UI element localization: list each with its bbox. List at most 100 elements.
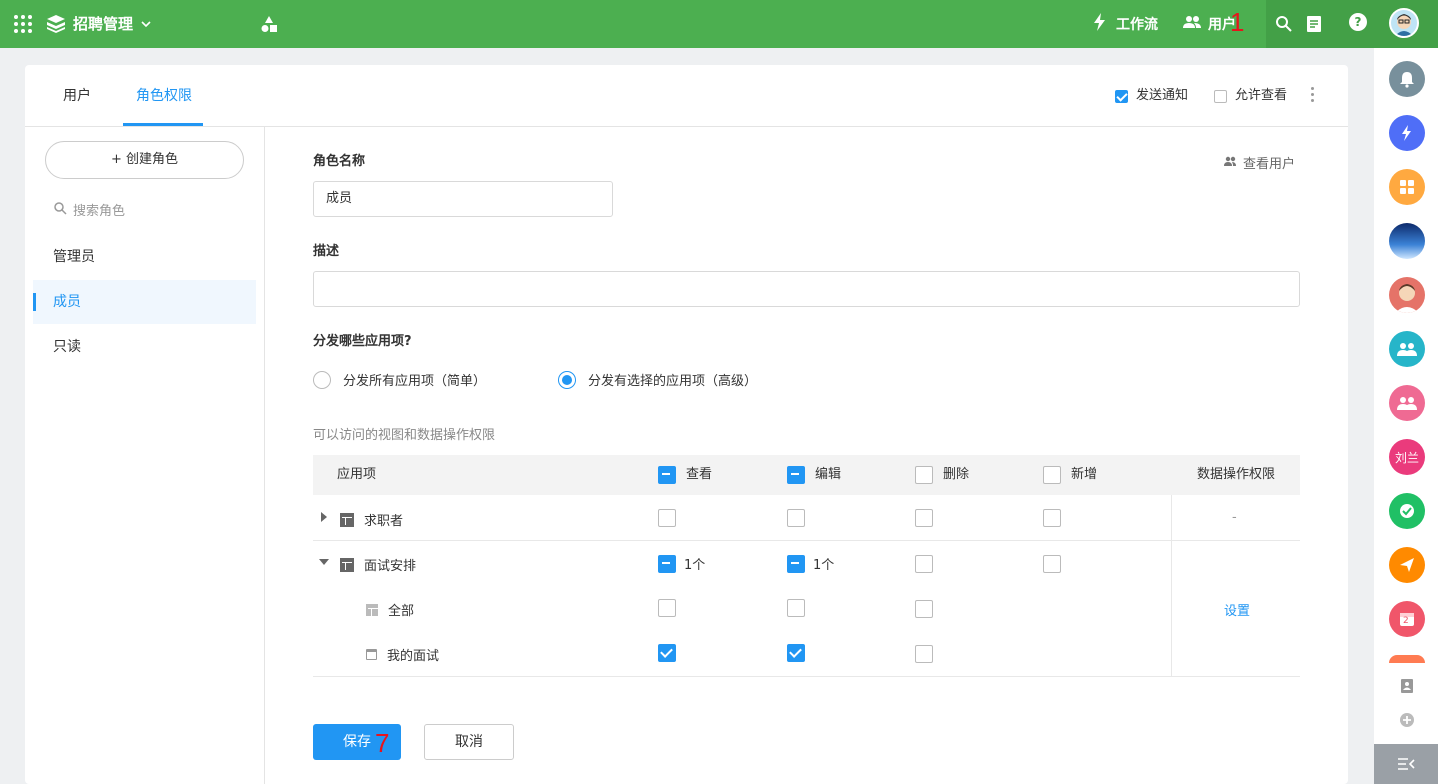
notification-bell-icon[interactable] [1389,61,1425,97]
interviews-delete-checkbox[interactable] [915,555,933,573]
app-grid-icon[interactable] [14,15,32,33]
radio-all-dot[interactable] [313,370,331,389]
header-data-perm: 数据操作权限 [1197,455,1275,495]
radio-all-label: 分发所有应用项（简单） [343,374,487,389]
header-view-checkbox[interactable] [658,466,676,484]
data-perm-setting-link[interactable]: 设置 [1224,600,1250,619]
table-row-candidates: 求职者 [340,510,403,529]
help-icon[interactable]: ? [1349,13,1367,31]
radio-distribute-all[interactable]: 分发所有应用项（简单） [313,370,486,389]
header-delete-label: 删除 [943,467,970,482]
search-icon[interactable] [1274,14,1294,38]
distribute-label: 分发哪些应用项? [313,334,412,349]
my-interviews-delete-checkbox[interactable] [915,645,933,663]
tab-role-permissions[interactable]: 角色权限 [136,87,192,105]
active-tab-indicator [123,123,203,126]
allow-view-option[interactable]: 允许查看 [1214,88,1287,104]
interviews-add-checkbox[interactable] [1043,555,1061,573]
role-name-label: 角色名称 [313,154,366,169]
my-interviews-edit-checkbox[interactable] [787,644,805,662]
allow-view-checkbox[interactable] [1214,89,1227,103]
row-all-label: 全部 [388,604,415,619]
radio-selected-dot[interactable] [558,370,576,389]
all-delete-checkbox[interactable] [915,600,933,618]
radio-distribute-selected[interactable]: 分发有选择的应用项（高级） [558,370,757,389]
interviews-edit-checkbox[interactable]: 1个 [787,554,834,573]
table-header: 应用项 查看 编辑 删除 新增 数据操作权限 [313,455,1300,495]
interviews-view-checkbox[interactable]: 1个 [658,554,705,573]
app-title[interactable]: 招聘管理 [73,14,133,34]
expand-arrow-icon[interactable] [321,512,327,522]
send-icon[interactable] [1389,547,1425,583]
send-notice-checkbox[interactable] [1115,89,1128,103]
chevron-down-icon[interactable] [141,14,151,41]
contacts-icon[interactable] [1398,678,1416,696]
my-interviews-view-checkbox[interactable] [658,644,676,662]
interviews-view-count: 1个 [684,558,706,573]
users-button[interactable]: 用户 [1182,14,1236,34]
user-avatar[interactable] [1389,8,1419,38]
all-view-checkbox[interactable] [658,599,676,617]
send-notice-label: 发送通知 [1136,88,1189,103]
apps-grid-icon[interactable] [1389,169,1425,205]
header-add[interactable]: 新增 [1043,455,1097,495]
header-app-label: 应用项 [337,467,377,482]
all-edit-checkbox[interactable] [787,599,805,617]
radio-selected-label: 分发有选择的应用项（高级） [588,374,758,389]
header-edit-checkbox[interactable] [787,466,805,484]
add-chat-icon[interactable] [1398,712,1416,730]
create-role-button[interactable]: + 创建角色 [45,141,244,179]
cancel-button[interactable]: 取消 [424,724,514,760]
description-label: 描述 [313,244,340,259]
candidates-edit-checkbox[interactable] [787,509,805,527]
role-sidebar: + 创建角色 搜索角色 管理员 成员 只读 [25,127,265,784]
send-notice-option[interactable]: 发送通知 [1115,88,1188,104]
row-divider [313,676,1300,677]
permission-caption: 可以访问的视图和数据操作权限 [313,428,496,443]
landscape-avatar[interactable] [1389,223,1425,259]
workflow-icon [1090,12,1110,36]
candidates-delete-checkbox[interactable] [915,509,933,527]
role-name-input[interactable]: 成员 [313,181,613,217]
candidates-add-checkbox[interactable] [1043,509,1061,527]
notes-icon[interactable] [1305,14,1323,38]
table-icon [340,557,354,572]
more-options-icon[interactable] [1311,87,1315,103]
role-search[interactable]: 搜索角色 [53,200,125,219]
header-data-perm-label: 数据操作权限 [1197,467,1276,482]
role-item-readonly[interactable]: 只读 [33,325,256,369]
role-item-admin[interactable]: 管理员 [33,235,256,279]
users-icon [1223,154,1237,172]
shapes-icon[interactable] [259,14,279,38]
tab-users[interactable]: 用户 [63,87,91,105]
group-avatar-teal[interactable] [1389,331,1425,367]
row-divider [313,540,1300,541]
search-icon [53,201,67,219]
collapse-rail-button[interactable] [1374,744,1438,784]
user-avatar-liu[interactable]: 刘兰 [1389,439,1425,475]
table-icon [340,512,354,527]
calendar-app-icon[interactable]: 2 [1389,601,1425,637]
candidates-view-checkbox[interactable] [658,509,676,527]
header-add-checkbox[interactable] [1043,466,1061,484]
role-form: 角色名称 查看用户 成员 描述 分发哪些应用项? 分发所有应用项（简单） 分发有… [265,127,1348,784]
group-avatar-pink[interactable] [1389,385,1425,421]
table-row-interviews: 面试安排 [340,555,416,574]
description-input[interactable] [313,271,1300,307]
role-item-member[interactable]: 成员 [33,280,256,324]
row-candidates-label: 求职者 [364,514,404,529]
header-delete[interactable]: 删除 [915,455,969,495]
table-row-my-interviews: 我的面试 [366,645,439,664]
header-view-label: 查看 [686,467,713,482]
collapse-arrow-icon[interactable] [319,559,329,565]
partial-app-icon[interactable] [1389,655,1425,663]
person-avatar[interactable] [1389,277,1425,313]
header-delete-checkbox[interactable] [915,466,933,484]
task-check-icon[interactable] [1389,493,1425,529]
header-edit[interactable]: 编辑 [787,455,841,495]
header-view[interactable]: 查看 [658,455,712,495]
role-search-placeholder: 搜索角色 [73,204,126,219]
view-users-link[interactable]: 查看用户 [1223,153,1295,172]
workflow-app-icon[interactable] [1389,115,1425,151]
workflow-button[interactable]: 工作流 [1090,12,1158,36]
